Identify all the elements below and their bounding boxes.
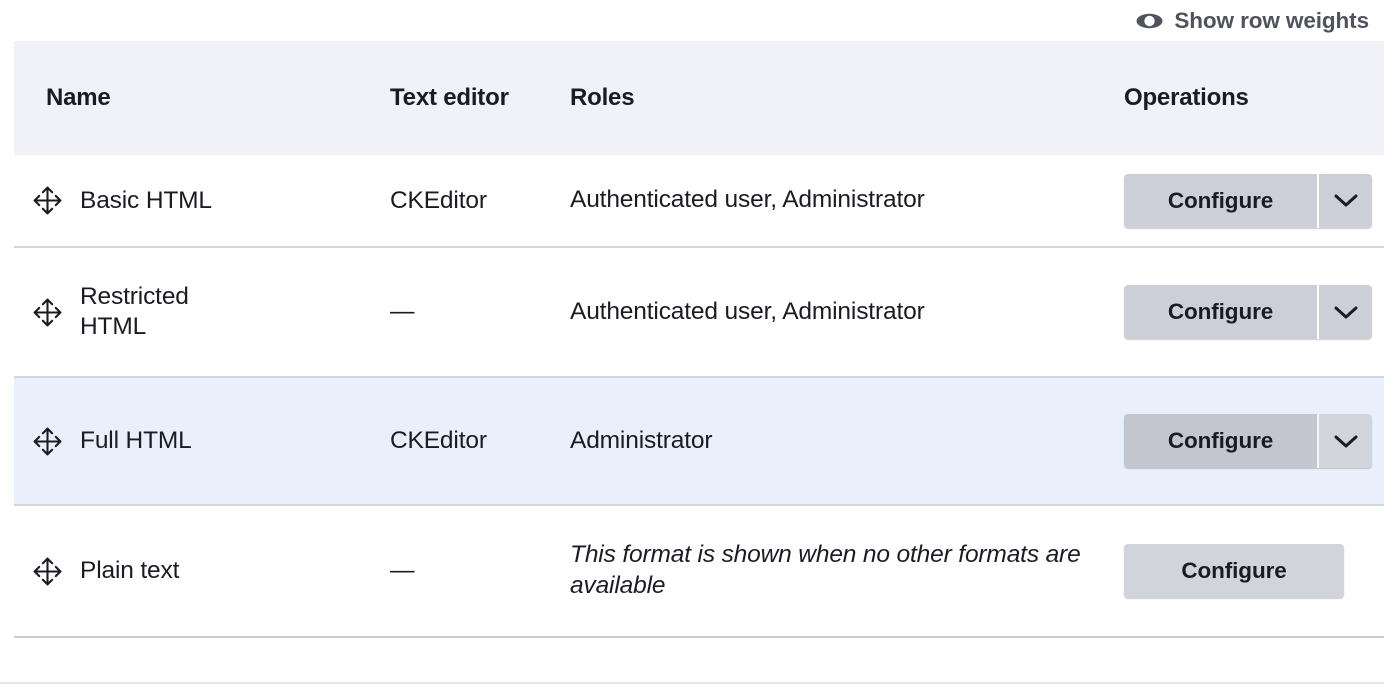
configure-button-group: Configure [1124, 414, 1372, 468]
table-row: Plain text — This format is shown when n… [14, 505, 1384, 637]
configure-dropdown-toggle[interactable] [1317, 173, 1372, 228]
configure-button[interactable]: Configure [1124, 414, 1317, 468]
column-header-operations: Operations [1124, 84, 1249, 111]
configure-dropdown-toggle[interactable] [1317, 414, 1372, 468]
chevron-down-icon [1334, 193, 1358, 208]
cell-name: Full HTML [14, 377, 390, 505]
format-name: Basic HTML [80, 186, 212, 214]
eye-icon [1136, 13, 1163, 29]
table-row: Restricted HTML — Authenticated user, Ad… [14, 247, 1384, 377]
column-header-roles: Roles [570, 84, 635, 111]
column-header-name: Name [46, 84, 111, 111]
empty-value-dash: — [390, 557, 415, 584]
configure-button[interactable]: Configure [1124, 544, 1344, 598]
cell-roles: Authenticated user, Administrator [570, 297, 925, 325]
table-row: Full HTML CKEditor Administrator Configu… [14, 377, 1384, 505]
table-header-row: Name Text editor Roles Operations [14, 41, 1384, 155]
column-header-text-editor: Text editor [390, 84, 509, 111]
cell-name: Basic HTML [14, 155, 390, 247]
move-arrows-icon[interactable] [14, 296, 80, 329]
configure-button-group: Configure [1124, 285, 1372, 339]
show-row-weights-toggle[interactable]: Show row weights [1136, 8, 1370, 34]
cell-text-editor: — [390, 247, 570, 377]
configure-button[interactable]: Configure [1124, 173, 1317, 228]
cell-roles: Authenticated user, Administrator [570, 186, 925, 214]
format-name: Plain text [80, 557, 180, 585]
format-name: Restricted HTML [80, 283, 189, 340]
cell-text-editor: — [390, 505, 570, 637]
format-name: Full HTML [80, 427, 192, 455]
cell-name: Plain text [14, 505, 390, 637]
cell-text-editor: CKEditor [390, 186, 487, 214]
configure-dropdown-toggle[interactable] [1317, 285, 1372, 339]
chevron-down-icon [1334, 434, 1358, 449]
text-formats-table: Name Text editor Roles Operations Basic … [14, 41, 1384, 638]
cell-roles: Administrator [570, 426, 713, 454]
table-row: Basic HTML CKEditor Authenticated user, … [14, 155, 1384, 247]
cell-name: Restricted HTML [14, 247, 390, 377]
empty-value-dash: — [390, 298, 415, 325]
cell-operations: Configure [1124, 247, 1384, 377]
cell-operations: Configure [1124, 505, 1384, 637]
move-arrows-icon[interactable] [14, 425, 80, 458]
move-arrows-icon[interactable] [14, 184, 80, 217]
cell-text-editor: CKEditor [390, 427, 487, 454]
configure-button[interactable]: Configure [1124, 285, 1317, 339]
chevron-down-icon [1334, 305, 1358, 320]
text-formats-page: Show row weights Name Text editor Roles … [0, 0, 1384, 684]
cell-operations: Configure [1124, 377, 1384, 505]
move-arrows-icon[interactable] [14, 555, 80, 588]
table-body: Basic HTML CKEditor Authenticated user, … [14, 155, 1384, 637]
cell-roles: This format is shown when no other forma… [570, 541, 1081, 599]
row-weights-toolbar: Show row weights [0, 0, 1370, 41]
show-row-weights-label: Show row weights [1174, 7, 1369, 33]
table-header: Name Text editor Roles Operations [14, 41, 1384, 155]
cell-operations: Configure [1124, 155, 1384, 247]
configure-button-group: Configure [1124, 173, 1372, 228]
